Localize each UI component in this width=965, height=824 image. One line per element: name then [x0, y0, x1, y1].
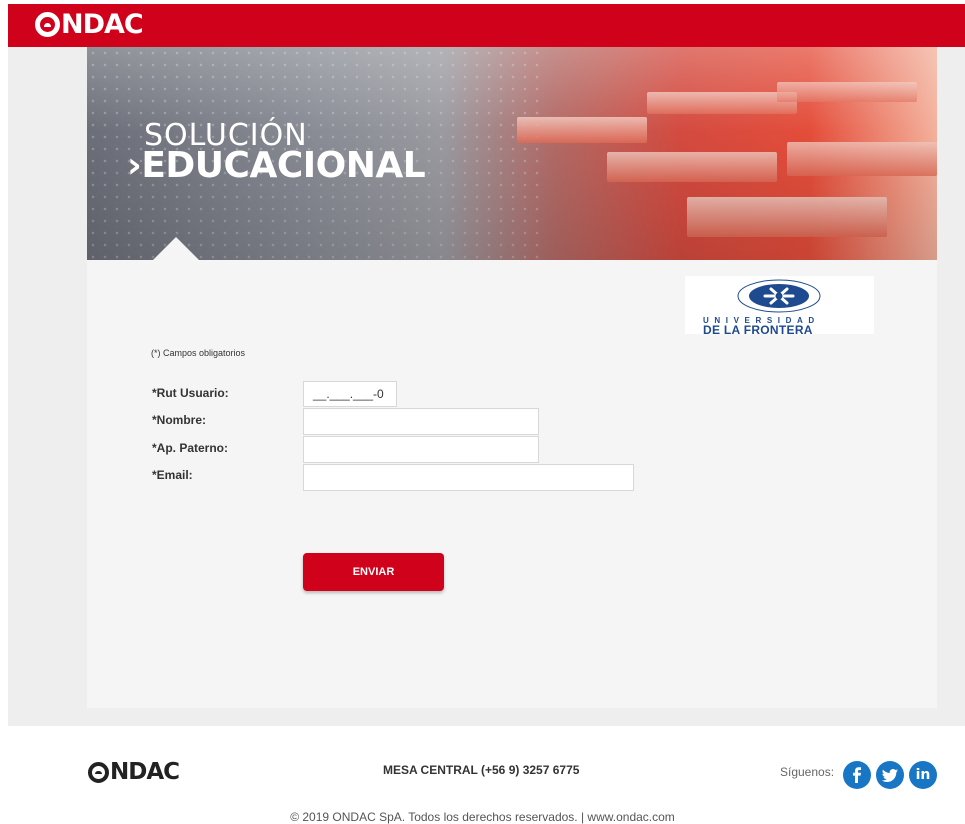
ondac-logo[interactable]: NDAC: [35, 9, 144, 40]
university-name-line2: DE LA FRONTERA: [703, 323, 813, 337]
footer-brand-text: NDAC: [110, 759, 180, 785]
ap-paterno-input[interactable]: [303, 436, 539, 463]
email-label: *Email:: [152, 468, 193, 482]
hero-notch: [153, 237, 199, 260]
twitter-icon[interactable]: [876, 761, 904, 789]
facebook-icon[interactable]: [843, 761, 871, 789]
ondac-logo-mark-icon: [35, 12, 60, 37]
copyright: © 2019 ONDAC SpA. Todos los derechos res…: [290, 810, 675, 824]
university-logo: UNIVERSIDAD DE LA FRONTERA: [685, 276, 874, 337]
hero-banner: SOLUCIÓN ›EDUCACIONAL: [87, 47, 937, 260]
footer-logo-mark-icon: [88, 761, 109, 783]
linkedin-icon[interactable]: in: [909, 761, 937, 789]
top-bar: NDAC: [8, 4, 965, 47]
nombre-input[interactable]: [303, 408, 539, 435]
required-fields-note: (*) Campos obligatorios: [151, 348, 246, 358]
follow-label: Síguenos:: [780, 765, 835, 779]
university-emblem-icon: [737, 279, 821, 313]
brand-text: NDAC: [61, 9, 144, 40]
ap-paterno-label: *Ap. Paterno:: [152, 441, 229, 455]
enviar-button[interactable]: ENVIAR: [303, 553, 444, 591]
nombre-label: *Nombre:: [152, 413, 207, 427]
rut-input[interactable]: __.___.___-0: [303, 381, 397, 407]
hero-title-line2: ›EDUCACIONAL: [127, 145, 426, 186]
email-input[interactable]: [303, 464, 634, 491]
phone-central: MESA CENTRAL (+56 9) 3257 6775: [383, 763, 580, 777]
footer-ondac-logo[interactable]: NDAC: [88, 759, 180, 785]
rut-label: *Rut Usuario:: [152, 386, 229, 400]
